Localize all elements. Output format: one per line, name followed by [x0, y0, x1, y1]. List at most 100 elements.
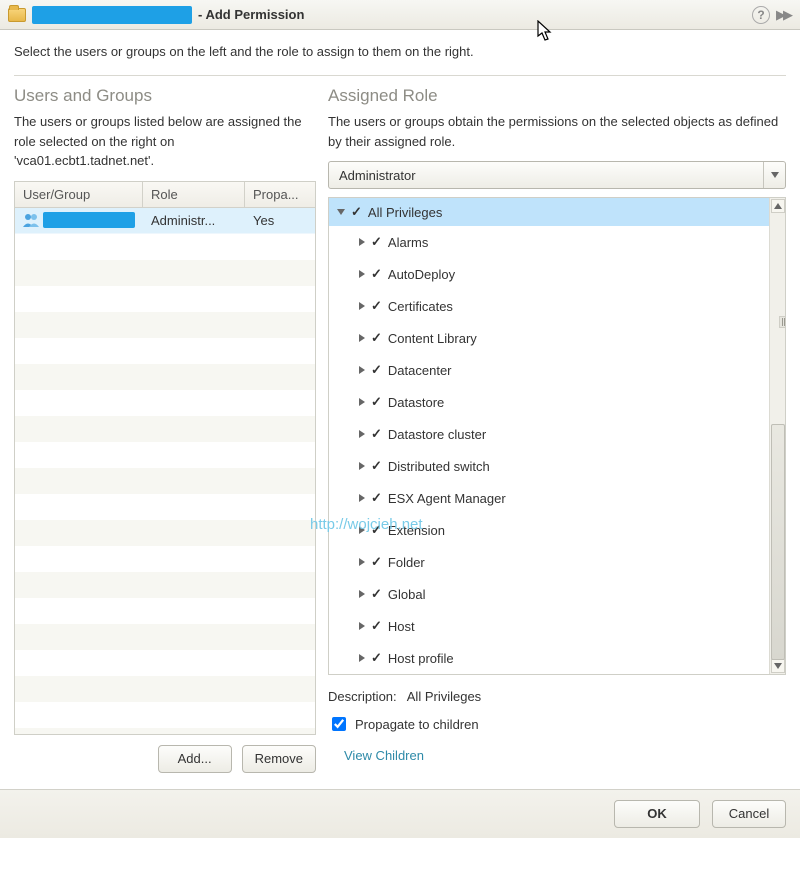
check-icon: ✓	[351, 204, 362, 220]
tree-item[interactable]: ✓ Datastore	[329, 386, 769, 418]
privileges-tree: ✓ All Privileges ✓ Alarms ✓ AutoDeploy ✓ Cert…	[328, 197, 786, 675]
scrollbar[interactable]	[769, 198, 785, 674]
tree-item-label: Content Library	[388, 331, 477, 346]
tree-item[interactable]: ✓Host	[329, 610, 769, 642]
check-icon: ✓	[371, 266, 382, 282]
check-icon: ✓	[371, 234, 382, 250]
description-value: All Privileges	[407, 689, 481, 704]
caret-right-icon	[359, 654, 365, 662]
title-redacted	[32, 6, 192, 24]
assigned-role-heading: Assigned Role	[328, 86, 786, 106]
role-dropdown[interactable]: Administrator	[328, 161, 786, 189]
title-bar: - Add Permission ? ▶▶	[0, 0, 800, 30]
caret-right-icon	[359, 526, 365, 534]
table-header: User/Group Role Propa...	[15, 182, 315, 208]
tree-item[interactable]: ✓ Host profile	[329, 642, 769, 674]
check-icon: ✓	[371, 426, 382, 442]
ok-button[interactable]: OK	[614, 800, 700, 828]
tree-item[interactable]: ✓ESX Agent Manager	[329, 482, 769, 514]
check-icon: ✓	[371, 522, 382, 538]
description-row: Description: All Privileges	[328, 689, 786, 704]
tree-item-label: Datacenter	[388, 363, 452, 378]
group-icon	[23, 213, 39, 227]
check-icon: ✓	[371, 394, 382, 410]
caret-right-icon	[359, 494, 365, 502]
check-icon: ✓	[371, 458, 382, 474]
tree-item[interactable]: ✓ AutoDeploy	[329, 258, 769, 290]
view-children-link[interactable]: View Children	[344, 748, 786, 763]
check-icon: ✓	[371, 298, 382, 314]
col-role[interactable]: Role	[143, 182, 245, 207]
check-icon: ✓	[371, 330, 382, 346]
assigned-role-panel: Assigned Role The users or groups obtain…	[328, 76, 786, 773]
caret-right-icon	[359, 334, 365, 342]
tree-item[interactable]: ✓ Global	[329, 578, 769, 610]
role-dropdown-label: Administrator	[329, 168, 763, 183]
tree-item-label: Extension	[388, 523, 445, 538]
caret-right-icon	[359, 366, 365, 374]
caret-right-icon	[359, 462, 365, 470]
tree-item[interactable]: ✓ Distributed switch	[329, 450, 769, 482]
assigned-role-desc: The users or groups obtain the permissio…	[328, 112, 786, 151]
remove-button[interactable]: Remove	[242, 745, 316, 773]
caret-right-icon	[359, 558, 365, 566]
tree-root-label: All Privileges	[368, 205, 442, 220]
tree-item-label: Host profile	[388, 651, 454, 666]
users-groups-desc: The users or groups listed below are ass…	[14, 112, 316, 171]
cell-propagate: Yes	[245, 213, 315, 228]
dialog-title: - Add Permission	[198, 7, 304, 22]
tree-root-all-privileges[interactable]: ✓ All Privileges	[329, 198, 769, 226]
tree-item[interactable]: ✓ Extension	[329, 514, 769, 546]
caret-right-icon	[359, 590, 365, 598]
tree-item-label: Certificates	[388, 299, 453, 314]
tree-item-label: Datastore	[388, 395, 444, 410]
cancel-button[interactable]: Cancel	[712, 800, 786, 828]
tree-item-label: Host	[388, 619, 415, 634]
expand-icon[interactable]: ▶▶	[774, 6, 792, 24]
tree-item[interactable]: ✓ Datacenter	[329, 354, 769, 386]
check-icon: ✓	[371, 362, 382, 378]
users-groups-panel: Users and Groups The users or groups lis…	[14, 76, 316, 773]
caret-right-icon	[359, 398, 365, 406]
col-user-group[interactable]: User/Group	[15, 182, 143, 207]
scroll-down-icon[interactable]	[771, 659, 785, 673]
caret-right-icon	[359, 238, 365, 246]
users-table: User/Group Role Propa...	[14, 181, 316, 735]
tree-item[interactable]: ✓Folder	[329, 546, 769, 578]
check-icon: ✓	[371, 650, 382, 666]
tree-item[interactable]: ✓ Certificates	[329, 290, 769, 322]
folder-icon	[8, 8, 26, 22]
caret-right-icon	[359, 302, 365, 310]
tree-item-label: AutoDeploy	[388, 267, 455, 282]
tree-item-label: Folder	[388, 555, 425, 570]
scroll-track[interactable]	[771, 214, 785, 658]
tree-item[interactable]: ✓ Content Library	[329, 322, 769, 354]
propagate-label: Propagate to children	[355, 717, 479, 732]
add-button[interactable]: Add...	[158, 745, 232, 773]
table-row[interactable]: Administr... Yes	[15, 208, 315, 234]
caret-right-icon	[359, 622, 365, 630]
check-icon: ✓	[371, 586, 382, 602]
help-icon[interactable]: ?	[752, 6, 770, 24]
tree-item-label: Distributed switch	[388, 459, 490, 474]
table-empty-rows	[15, 234, 315, 734]
tree-item-label: Alarms	[388, 235, 428, 250]
col-propagate[interactable]: Propa...	[245, 182, 315, 207]
tree-item-label: Datastore cluster	[388, 427, 486, 442]
caret-down-icon	[337, 209, 345, 215]
dialog-footer: OK Cancel	[0, 789, 800, 838]
propagate-checkbox[interactable]	[332, 717, 346, 731]
users-groups-heading: Users and Groups	[14, 86, 316, 106]
user-redacted	[43, 212, 135, 228]
resize-handle[interactable]	[779, 316, 786, 328]
tree-item[interactable]: ✓ Datastore cluster	[329, 418, 769, 450]
scroll-thumb[interactable]	[771, 424, 785, 660]
cell-role: Administr...	[143, 213, 245, 228]
chevron-down-icon	[763, 162, 785, 188]
tree-item-label: Global	[388, 587, 426, 602]
scroll-up-icon[interactable]	[771, 199, 785, 213]
caret-right-icon	[359, 270, 365, 278]
instruction-text: Select the users or groups on the left a…	[0, 30, 800, 69]
tree-item[interactable]: ✓ Alarms	[329, 226, 769, 258]
caret-right-icon	[359, 430, 365, 438]
